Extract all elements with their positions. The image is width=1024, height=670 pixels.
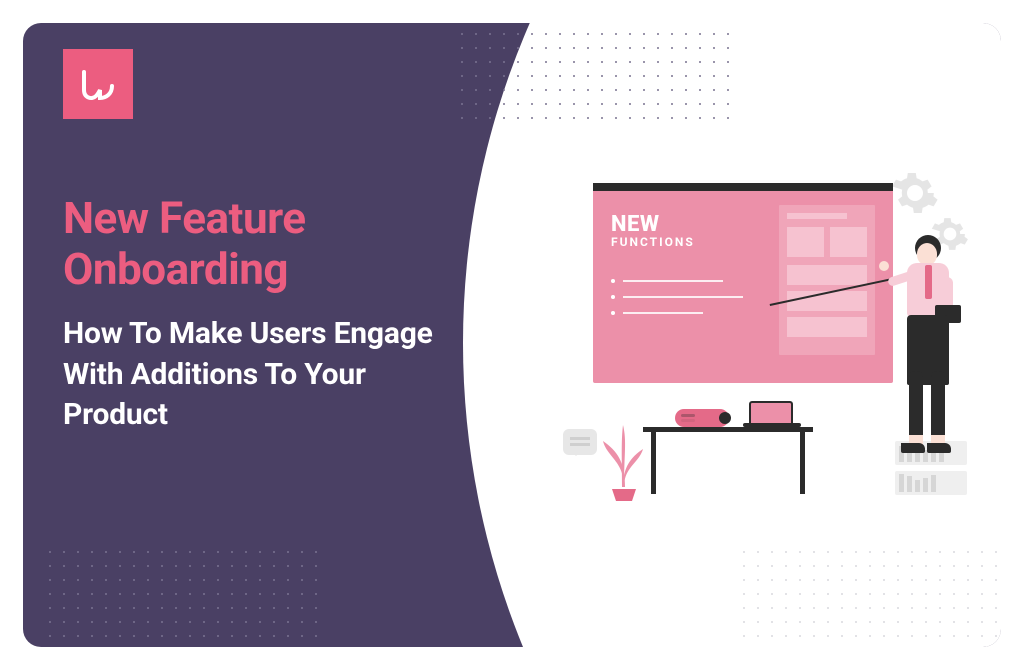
laptop-icon (743, 401, 801, 427)
headline-title: New Feature Onboarding (63, 193, 463, 294)
presentation-board: NEW FUNCTIONS (593, 183, 893, 383)
board-mock-panel (779, 205, 875, 355)
headline-block: New Feature Onboarding How To Make Users… (63, 193, 463, 436)
headline-subtitle: How To Make Users Engage With Additions … (63, 314, 463, 436)
board-heading-sub: FUNCTIONS (611, 236, 695, 249)
brand-logo (63, 49, 133, 119)
presenter-figure (869, 235, 979, 495)
projector-icon (675, 409, 729, 427)
presenter-illustration: NEW FUNCTIONS (563, 173, 973, 533)
desk (643, 427, 813, 497)
board-topbar (593, 183, 893, 191)
dot-grid-bottom-left (49, 551, 317, 647)
logo-u-icon (78, 64, 118, 104)
dot-grid-bottom-right (743, 551, 1001, 647)
board-bullets (611, 279, 743, 327)
board-heading-main: NEW (611, 212, 660, 237)
gear-icon (891, 169, 939, 217)
hero-card: New Feature Onboarding How To Make Users… (23, 23, 1001, 647)
board-heading: NEW FUNCTIONS (611, 213, 695, 249)
dot-grid-top (461, 23, 729, 119)
